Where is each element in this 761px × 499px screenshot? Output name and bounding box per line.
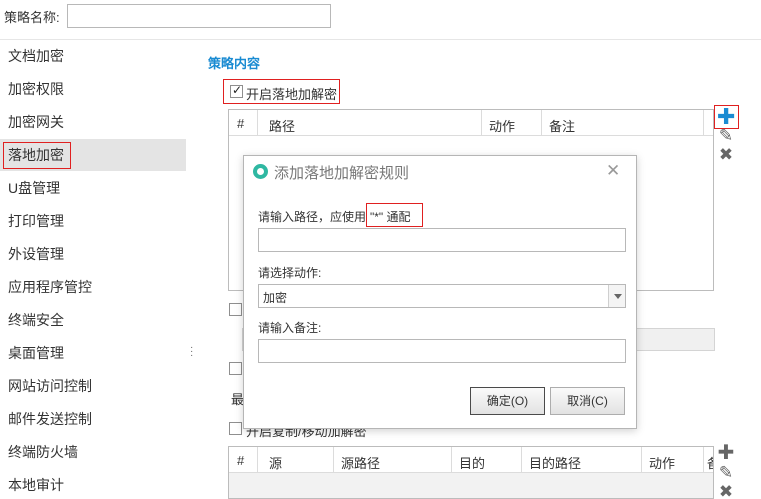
action-select[interactable]: 加密 [258, 284, 626, 308]
pencil-icon[interactable]: ✎ [717, 464, 735, 482]
sidebar-item-label: 本地审计 [8, 477, 64, 493]
note-label: 请输入备注: [258, 321, 322, 335]
sidebar-item-label: 终端安全 [8, 312, 64, 328]
sidebar-item-label: 文档加密 [8, 48, 64, 64]
column-header: 目的路径 [529, 456, 582, 471]
column-header: 目的 [459, 456, 486, 471]
column-header: 备注 [549, 119, 576, 134]
section-title: 策略内容 [208, 56, 261, 71]
path-label: 请输入路径，应使用 [258, 210, 367, 224]
column-divider [481, 110, 482, 135]
sidebar-item-endpoint-security[interactable]: 终端安全 [0, 304, 186, 336]
copy-rules-table: # 源 源路径 目的 目的路径 动作 备 [228, 446, 714, 499]
column-divider [451, 447, 452, 472]
column-divider [257, 110, 258, 135]
sidebar-item-label: 应用程序管控 [8, 279, 92, 295]
sidebar-item-web-access[interactable]: 网站访问控制 [0, 370, 186, 402]
path-input[interactable] [258, 228, 626, 252]
policy-name-bar: 策略名称: [0, 0, 761, 40]
wildcard-text: "*" 通配 [370, 210, 411, 224]
column-divider [333, 447, 334, 472]
sidebar-item-label: 打印管理 [8, 213, 64, 229]
column-divider [521, 447, 522, 472]
sidebar-item-print[interactable]: 打印管理 [0, 205, 186, 237]
column-header: 备 [707, 453, 713, 472]
sidebar: 文档加密 加密权限 加密网关 落地加密 U盘管理 打印管理 外设管理 应用程序管… [0, 40, 186, 499]
sidebar-item-label: 网站访问控制 [8, 378, 92, 394]
sidebar-item-label: 桌面管理 [8, 345, 64, 361]
x-icon[interactable]: ✖ [717, 146, 735, 164]
enable-checkbox-label: 开启落地加解密 [246, 87, 338, 102]
column-header: 源路径 [341, 456, 381, 471]
column-header: 动作 [489, 119, 516, 134]
sidebar-item-firewall[interactable]: 终端防火墙 [0, 436, 186, 468]
sidebar-item-usb[interactable]: U盘管理 [0, 172, 186, 204]
enable-checkbox[interactable] [230, 83, 243, 98]
pencil-icon[interactable]: ✎ [717, 127, 735, 145]
chevron-down-icon[interactable] [608, 285, 625, 307]
sidebar-item-label: U盘管理 [8, 180, 61, 196]
ok-button[interactable]: 确定(O) [470, 387, 545, 415]
dialog-title: 添加落地加解密规则 [274, 165, 410, 182]
sidebar-item-label: 终端防火墙 [8, 444, 78, 460]
column-header: 路径 [269, 119, 296, 134]
sidebar-item-local-audit[interactable]: 本地审计 [0, 469, 186, 499]
cancel-button[interactable]: 取消(C) [550, 387, 625, 415]
splitter-handle[interactable]: · · · [190, 343, 194, 361]
column-divider [541, 110, 542, 135]
column-header: # [237, 453, 245, 468]
sidebar-item-encrypt-gateway[interactable]: 加密网关 [0, 106, 186, 138]
column-header: 动作 [649, 456, 676, 471]
column-header: # [237, 116, 245, 131]
option-checkbox[interactable] [229, 303, 242, 316]
action-selected-value: 加密 [263, 291, 288, 305]
x-icon[interactable]: ✖ [717, 483, 735, 499]
dialog-titlebar: 添加落地加解密规则 ✕ [244, 156, 636, 188]
column-divider [703, 447, 704, 472]
enable-landing-encrypt[interactable]: 开启落地加解密 [223, 79, 340, 104]
sidebar-item-encrypt-permission[interactable]: 加密权限 [0, 73, 186, 105]
app-logo-icon [253, 164, 268, 179]
column-divider [641, 447, 642, 472]
option-checkbox[interactable] [229, 362, 242, 375]
column-divider [703, 110, 704, 135]
sidebar-item-label: 落地加密 [8, 147, 64, 163]
sidebar-item-landing-encrypt[interactable]: 落地加密 [0, 139, 186, 171]
wildcard-hint: "*" 通配 [366, 203, 423, 227]
sidebar-item-app-control[interactable]: 应用程序管控 [0, 271, 186, 303]
sidebar-item-label: 加密权限 [8, 81, 64, 97]
plus-icon: ✚ [717, 104, 736, 129]
copy-move-checkbox[interactable] [229, 422, 242, 435]
sidebar-item-label: 加密网关 [8, 114, 64, 130]
sidebar-item-desktop[interactable]: 桌面管理 [0, 337, 186, 369]
policy-name-label: 策略名称: [4, 10, 60, 25]
sidebar-item-doc-encrypt[interactable]: 文档加密 [0, 40, 186, 72]
sidebar-item-peripheral[interactable]: 外设管理 [0, 238, 186, 270]
sidebar-item-mail-control[interactable]: 邮件发送控制 [0, 403, 186, 435]
close-icon[interactable]: ✕ [606, 161, 620, 181]
action-label: 请选择动作: [258, 266, 322, 280]
column-divider [257, 447, 258, 472]
column-header: 源 [269, 456, 283, 471]
policy-name-input[interactable] [67, 4, 331, 28]
plus-icon[interactable]: ✚ [717, 443, 735, 463]
table-body [229, 473, 713, 498]
sidebar-item-label: 外设管理 [8, 246, 64, 262]
note-input[interactable] [258, 339, 626, 363]
sidebar-item-label: 邮件发送控制 [8, 411, 92, 427]
header-divider [229, 135, 713, 136]
add-rule-dialog: 添加落地加解密规则 ✕ 请输入路径，应使用 "*" 通配 请选择动作: 加密 请… [243, 155, 637, 429]
